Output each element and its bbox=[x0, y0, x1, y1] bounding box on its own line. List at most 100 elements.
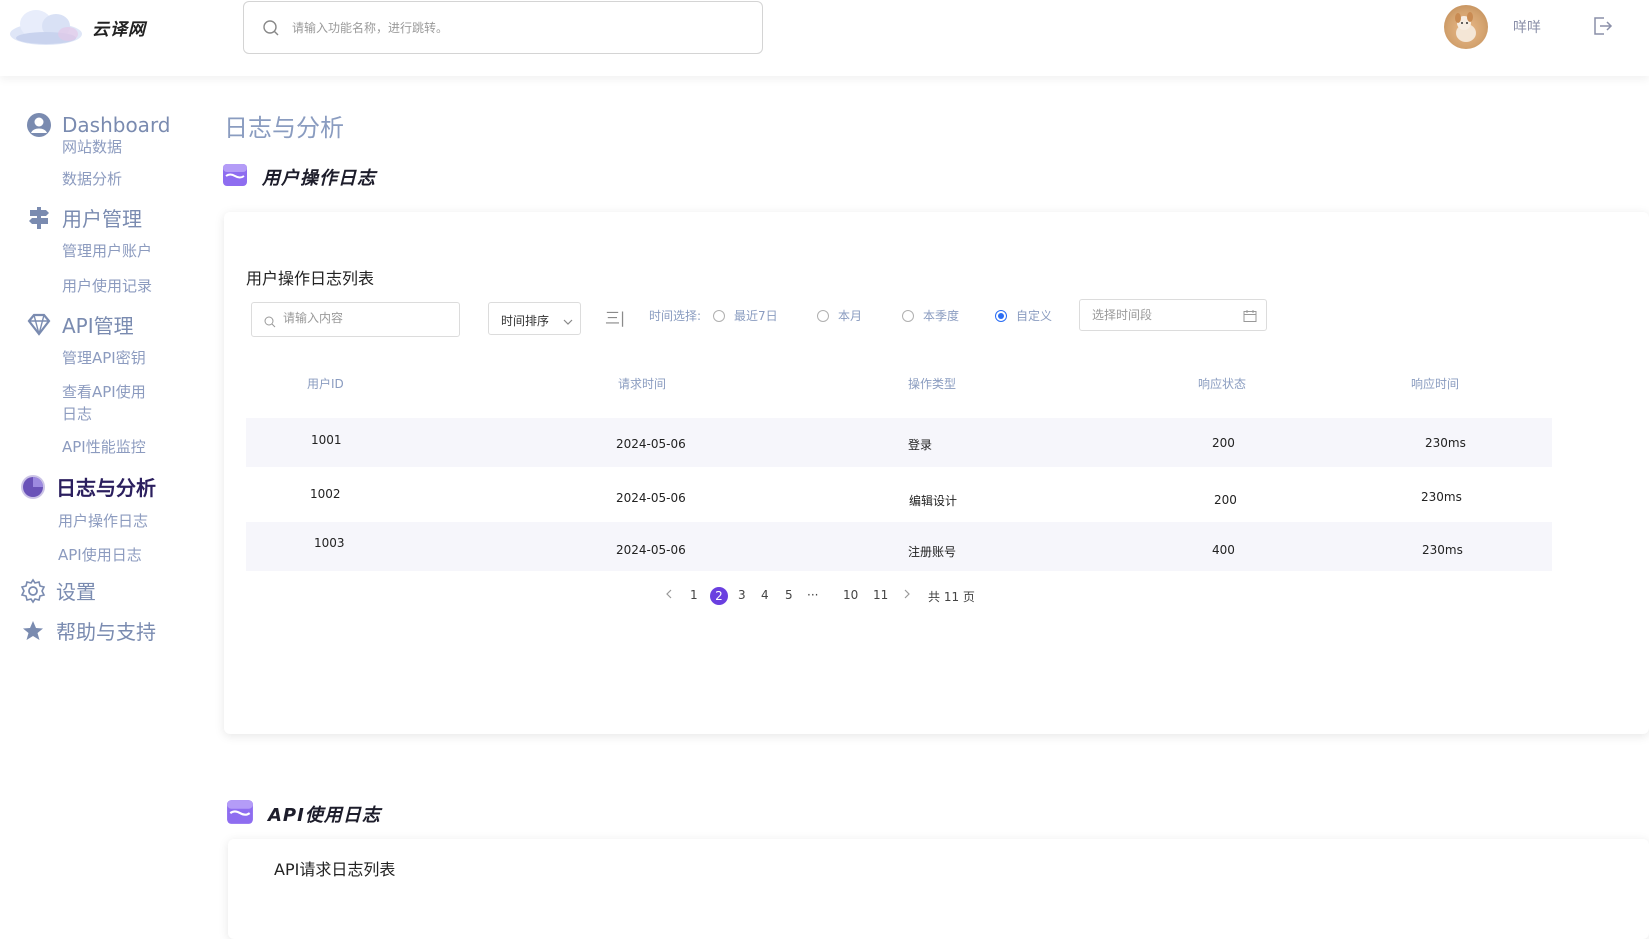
radio-custom[interactable]: 自定义 bbox=[995, 307, 1052, 324]
pagination-page[interactable]: 1 bbox=[690, 588, 698, 602]
sidebar-item-manage-accounts[interactable]: 管理用户账户 bbox=[62, 240, 152, 262]
cell-user-id: 1003 bbox=[314, 536, 345, 550]
column-header-response-time[interactable]: 响应时间 bbox=[1411, 375, 1459, 392]
sort-select[interactable]: 时间排序 bbox=[488, 302, 581, 335]
cell-response-time: 230ms bbox=[1425, 436, 1466, 450]
cell-response-time: 230ms bbox=[1422, 543, 1463, 557]
sidebar-item-api-usage-log[interactable]: 查看API使用 日志 bbox=[62, 381, 146, 425]
log-search[interactable] bbox=[251, 302, 460, 337]
cell-request-time: 2024-05-06 bbox=[616, 437, 686, 451]
date-range-input[interactable] bbox=[1092, 308, 1232, 322]
filter-sort-icon[interactable]: 三| bbox=[605, 307, 625, 328]
radio-this-quarter[interactable]: 本季度 bbox=[902, 307, 959, 324]
section-title: 用户操作日志 bbox=[262, 168, 376, 189]
brand-name: 云译网 bbox=[92, 20, 146, 40]
radio-last-7-days[interactable]: 最近7日 bbox=[713, 307, 778, 324]
store-icon bbox=[226, 798, 254, 830]
calendar-icon bbox=[1243, 308, 1257, 327]
sidebar-group-label: 日志与分析 bbox=[56, 476, 156, 500]
diamond-icon bbox=[26, 312, 52, 338]
sidebar-group-settings[interactable]: 设置 bbox=[20, 576, 96, 605]
sidebar-item-api-log[interactable]: API使用日志 bbox=[58, 544, 142, 566]
sort-select-label: 时间排序 bbox=[501, 314, 550, 328]
cell-request-time: 2024-05-06 bbox=[616, 491, 686, 505]
pie-chart-icon bbox=[20, 474, 46, 500]
radio-label: 自定义 bbox=[1016, 309, 1053, 323]
pagination-page[interactable]: 3 bbox=[738, 588, 746, 602]
cell-response-status: 200 bbox=[1212, 436, 1235, 450]
radio-label: 本月 bbox=[838, 309, 863, 323]
cell-request-time: 2024-05-06 bbox=[616, 543, 686, 557]
sidebar-group-api-management[interactable]: API管理 bbox=[26, 310, 134, 339]
pagination-next[interactable] bbox=[903, 588, 911, 602]
cell-user-id: 1002 bbox=[310, 487, 341, 501]
card-title: API请求日志列表 bbox=[274, 860, 396, 879]
column-header-operation-type[interactable]: 操作类型 bbox=[908, 375, 956, 392]
column-header-user-id[interactable]: 用户ID bbox=[307, 375, 344, 392]
section-title: API使用日志 bbox=[268, 805, 381, 826]
search-icon bbox=[262, 19, 280, 41]
radio-dot bbox=[713, 309, 725, 322]
radio-dot bbox=[817, 309, 829, 322]
pagination-total: 共 11 页 bbox=[928, 590, 975, 604]
table-row[interactable]: 1001 2024-05-06 登录 200 230ms bbox=[246, 418, 1552, 467]
global-search[interactable] bbox=[243, 1, 763, 54]
sidebar-group-logs-analysis[interactable]: 日志与分析 bbox=[20, 472, 156, 501]
cell-user-id: 1001 bbox=[311, 433, 342, 447]
table-row[interactable]: 1003 2024-05-06 注册账号 400 230ms bbox=[246, 522, 1552, 571]
pagination-prev[interactable] bbox=[665, 588, 673, 602]
radio-dot bbox=[995, 309, 1007, 322]
sidebar-group-help[interactable]: 帮助与支持 bbox=[20, 616, 156, 645]
pagination-page[interactable]: 10 bbox=[843, 588, 858, 602]
cloud-logo[interactable] bbox=[8, 4, 84, 48]
pagination-page-active[interactable]: 2 bbox=[710, 587, 728, 605]
store-icon bbox=[222, 162, 248, 192]
sidebar-item-usage-records[interactable]: 用户使用记录 bbox=[62, 275, 152, 297]
sidebar-item-label: 查看API使用 bbox=[62, 383, 146, 401]
pagination-page[interactable]: 11 bbox=[873, 588, 888, 602]
star-icon bbox=[20, 618, 46, 644]
gear-icon bbox=[20, 578, 46, 604]
radio-this-month[interactable]: 本月 bbox=[817, 307, 862, 324]
column-header-response-status[interactable]: 响应状态 bbox=[1198, 375, 1246, 392]
column-header-request-time[interactable]: 请求时间 bbox=[618, 375, 666, 392]
cell-operation-type: 编辑设计 bbox=[909, 494, 958, 508]
sidebar-group-label: 用户管理 bbox=[62, 207, 142, 231]
log-search-input[interactable] bbox=[283, 311, 453, 325]
sidebar-item-site-data[interactable]: 网站数据 bbox=[62, 136, 122, 158]
pagination-page[interactable]: 4 bbox=[761, 588, 769, 602]
radio-label: 本季度 bbox=[923, 309, 960, 323]
sidebar-group-label: 设置 bbox=[56, 580, 96, 604]
sidebar-item-label: 日志 bbox=[62, 405, 93, 423]
cell-operation-type: 注册账号 bbox=[908, 545, 957, 559]
time-filter-label: 时间选择: bbox=[649, 309, 702, 323]
cell-response-status: 400 bbox=[1212, 543, 1235, 557]
chevron-left-icon bbox=[665, 588, 673, 602]
section-header-api-log: API使用日志 bbox=[226, 798, 381, 830]
cell-operation-type: 登录 bbox=[908, 438, 933, 452]
card-title: 用户操作日志列表 bbox=[246, 269, 375, 288]
chevron-right-icon bbox=[903, 588, 911, 602]
top-header: 云译网 咩咩 bbox=[0, 0, 1649, 76]
logout-icon[interactable] bbox=[1590, 14, 1614, 42]
pagination-page[interactable]: 5 bbox=[785, 588, 793, 602]
avatar[interactable] bbox=[1444, 5, 1488, 49]
sidebar-item-api-performance[interactable]: API性能监控 bbox=[62, 436, 146, 458]
chevron-down-icon bbox=[563, 315, 573, 329]
radio-dot bbox=[902, 309, 914, 322]
pagination-ellipsis[interactable]: ··· bbox=[807, 588, 818, 602]
username[interactable]: 咩咩 bbox=[1513, 17, 1541, 37]
global-search-input[interactable] bbox=[292, 16, 732, 40]
sidebar-item-data-analysis[interactable]: 数据分析 bbox=[62, 168, 122, 190]
api-log-card bbox=[228, 839, 1649, 939]
sidebar-item-user-operation-log[interactable]: 用户操作日志 bbox=[58, 510, 148, 532]
date-range-picker[interactable] bbox=[1079, 299, 1267, 331]
sidebar-group-label: 帮助与支持 bbox=[56, 620, 156, 644]
sidebar-group-dashboard[interactable]: Dashboard bbox=[26, 112, 171, 138]
table-row[interactable]: 1002 2024-05-06 编辑设计 200 230ms bbox=[246, 470, 1552, 519]
page-title: 日志与分析 bbox=[224, 114, 344, 142]
sidebar-group-user-management[interactable]: 用户管理 bbox=[26, 203, 142, 232]
sidebar: Dashboard 网站数据 数据分析 用户管理 管理用户账户 用户使用记录 A… bbox=[0, 76, 200, 911]
sidebar-item-manage-api-keys[interactable]: 管理API密钥 bbox=[62, 347, 146, 369]
sidebar-group-label: API管理 bbox=[62, 314, 134, 338]
